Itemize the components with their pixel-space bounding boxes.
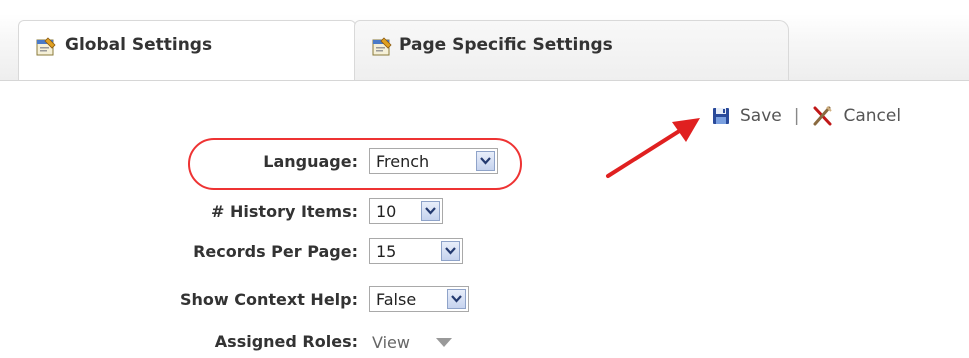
records-per-page-select[interactable]: 15 [369,238,463,264]
settings-page-icon [35,37,57,57]
records-per-page-label: Records Per Page: [193,242,358,261]
language-select[interactable]: French [369,148,498,174]
chevron-down-icon[interactable] [476,151,495,171]
cancel-x-icon [813,106,833,126]
show-context-help-select[interactable]: False [369,286,469,312]
cancel-label: Cancel [843,106,902,126]
tab-global-settings[interactable]: Global Settings [18,20,356,80]
chevron-down-icon[interactable] [421,201,440,221]
floppy-disk-icon [713,108,729,124]
history-items-value: 10 [376,201,397,221]
save-button[interactable]: Save [712,106,782,126]
setting-row-show-context-help: Show Context Help: False [0,284,969,316]
setting-row-language: Language: French [0,146,969,178]
language-value: French [376,151,430,171]
setting-row-assigned-roles: Assigned Roles: View [0,326,969,358]
records-per-page-value: 15 [376,241,397,261]
assigned-roles-label: Assigned Roles: [214,332,358,351]
language-label: Language: [263,152,358,171]
assigned-roles-view-dropdown[interactable]: View [372,333,452,352]
cancel-button[interactable]: Cancel [811,105,901,127]
tab-label: Global Settings [65,35,213,55]
setting-row-history-items: # History Items: 10 [0,196,969,228]
settings-page-icon [371,37,393,57]
show-context-help-label: Show Context Help: [180,290,358,309]
tab-page-specific-settings[interactable]: Page Specific Settings [354,20,789,80]
history-items-select[interactable]: 10 [369,198,443,224]
tab-label: Page Specific Settings [399,35,613,55]
show-context-help-value: False [376,289,417,309]
setting-row-records-per-page: Records Per Page: 15 [0,236,969,268]
save-label: Save [740,106,782,126]
action-separator: | [793,106,800,126]
history-items-label: # History Items: [211,202,358,221]
tab-bar: Global Settings Page Specific Settings [0,0,969,81]
action-bar: Save | Cancel [712,105,901,127]
assigned-roles-value: View [372,333,410,352]
triangle-down-icon [435,338,452,347]
chevron-down-icon[interactable] [441,241,460,261]
chevron-down-icon[interactable] [447,289,466,309]
